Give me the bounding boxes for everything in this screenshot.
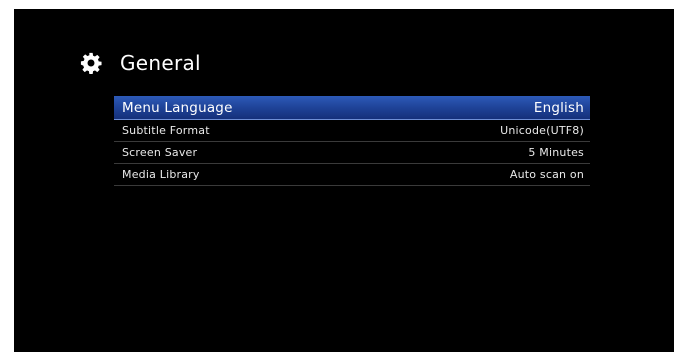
settings-menu: Menu Language English Subtitle Format Un…	[114, 96, 590, 186]
menu-item-value: Auto scan on	[509, 168, 584, 181]
menu-item-label: Media Library	[122, 168, 200, 181]
menu-item-label: Screen Saver	[122, 146, 198, 159]
gear-icon	[80, 52, 102, 74]
menu-item-value: English	[533, 99, 584, 116]
menu-item-label: Menu Language	[122, 99, 233, 116]
menu-item-value: Unicode(UTF8)	[500, 124, 584, 137]
menu-item-value: 5 Minutes	[528, 146, 584, 159]
tv-screen: General Menu Language English Subtitle F…	[14, 9, 674, 352]
menu-item-screen-saver[interactable]: Screen Saver 5 Minutes	[114, 142, 590, 164]
menu-item-subtitle-format[interactable]: Subtitle Format Unicode(UTF8)	[114, 120, 590, 142]
page-title: General	[120, 51, 201, 75]
menu-item-label: Subtitle Format	[122, 124, 210, 137]
page-header: General	[80, 49, 201, 77]
menu-item-menu-language[interactable]: Menu Language English	[114, 96, 590, 120]
menu-item-media-library[interactable]: Media Library Auto scan on	[114, 164, 590, 186]
